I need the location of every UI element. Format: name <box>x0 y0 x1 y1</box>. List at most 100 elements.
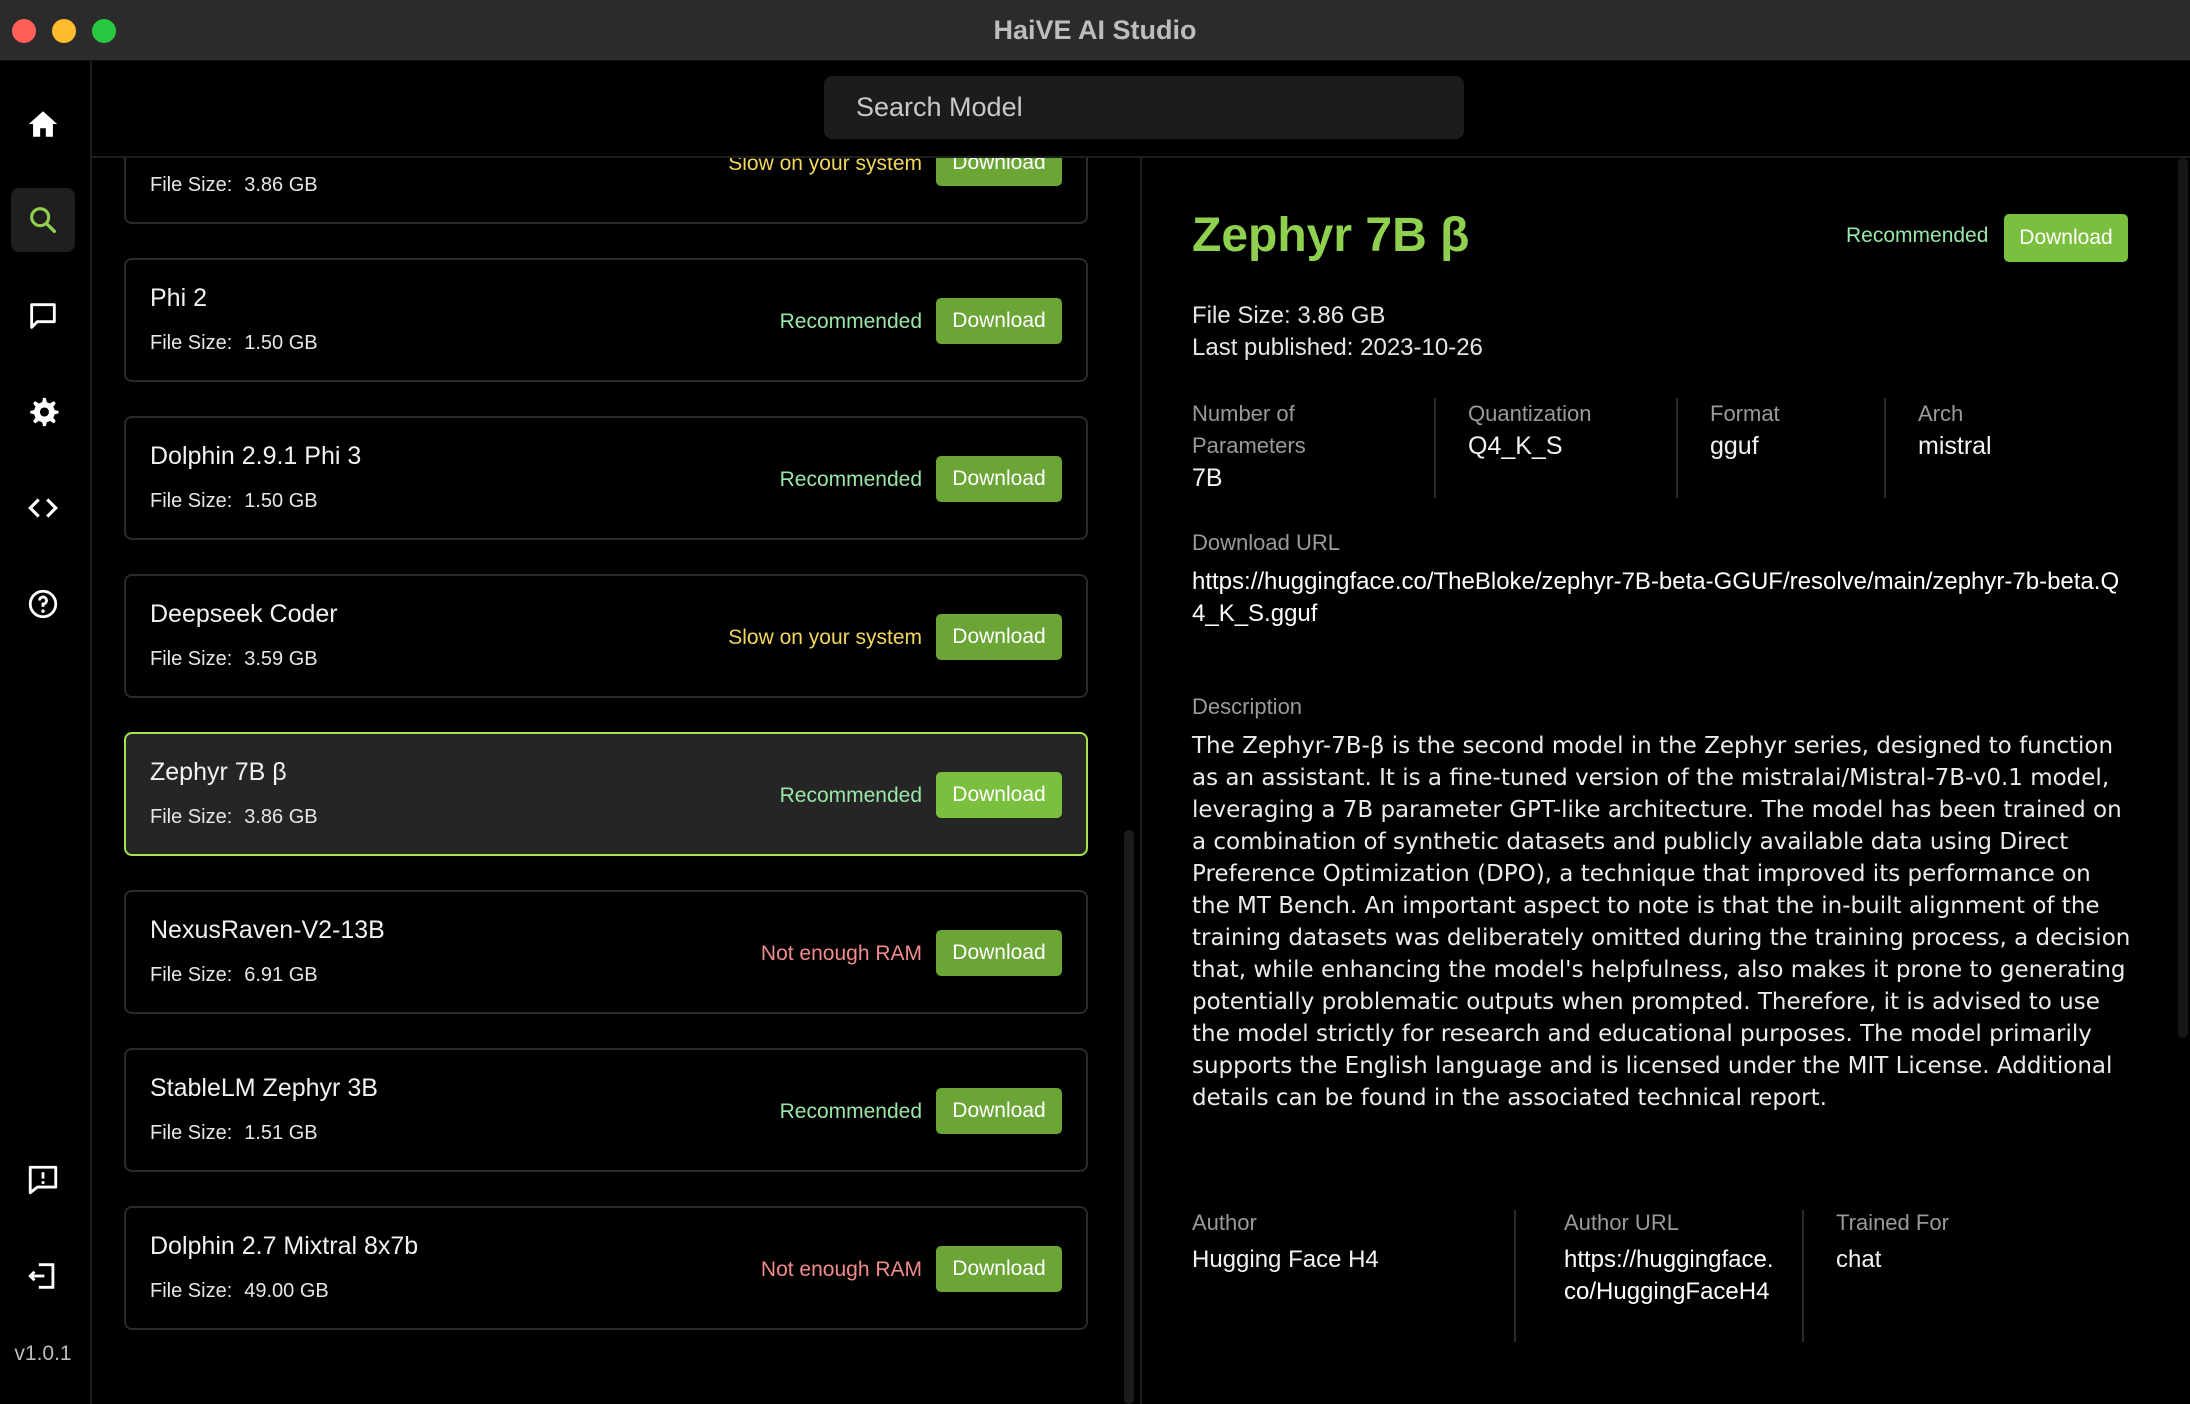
params-value: 7B <box>1192 464 1223 492</box>
file-size-value: 1.51 GB <box>244 1122 318 1144</box>
file-size-label: File Size: <box>150 1122 233 1144</box>
model-card[interactable]: NexusRaven-V2-13B File Size: 6.91 GB Not en… <box>124 890 1088 1014</box>
sidebar-item-home[interactable] <box>11 92 75 156</box>
description-label: Description <box>1192 694 1303 719</box>
model-file-size: File Size: 3.86 GB <box>150 806 318 829</box>
model-name: Dolphin 2.9.1 Phi 3 <box>150 442 362 470</box>
model-name: Phi 2 <box>150 284 207 312</box>
help-icon <box>28 589 58 619</box>
sidebar-item-logout[interactable] <box>11 1244 75 1308</box>
download-button[interactable]: Download <box>936 1246 1062 1292</box>
feedback-icon <box>28 1165 58 1195</box>
download-button[interactable]: Download <box>936 1088 1062 1134</box>
format-label: Format <box>1710 401 1780 426</box>
detail-download-button[interactable]: Download <box>2004 214 2128 262</box>
download-url-value[interactable]: https://huggingface.co/TheBloke/zephyr-7… <box>1192 566 2132 630</box>
list-scrollbar[interactable] <box>1124 830 1134 1404</box>
file-size-label: File Size: <box>150 806 233 828</box>
model-status: Slow on your system <box>728 626 922 649</box>
params-label: Number of Parameters <box>1192 401 1306 458</box>
download-button[interactable]: Download <box>936 930 1062 976</box>
model-card[interactable]: StableLM Zephyr 3B File Size: 1.51 GB Recom… <box>124 1048 1088 1172</box>
download-button[interactable]: Download <box>936 298 1062 344</box>
arch-value: mistral <box>1918 432 1992 460</box>
file-size-value: 3.59 GB <box>244 648 318 670</box>
author-divider <box>1802 1210 1804 1342</box>
file-size-label: File Size: <box>150 648 233 670</box>
model-name: NexusRaven-V2-13B <box>150 916 385 944</box>
search-input[interactable]: Search Model <box>824 76 1464 139</box>
file-size-value: 49.00 GB <box>244 1280 329 1302</box>
author-url-label: Author URL <box>1564 1210 1679 1235</box>
file-size-label: File Size: <box>150 964 233 986</box>
author-label: Author <box>1192 1210 1257 1235</box>
file-size-label: File Size: <box>150 174 233 196</box>
download-button[interactable]: Download <box>936 614 1062 660</box>
description-text: The Zephyr-7B-β is the second model in t… <box>1192 733 2131 1111</box>
model-status: Recommended <box>779 1100 922 1123</box>
arch-label: Arch <box>1918 401 1964 426</box>
model-file-size: File Size: 3.86 GB <box>150 174 318 197</box>
search-icon <box>30 207 57 234</box>
trained-for-label: Trained For <box>1836 1210 1949 1235</box>
model-status: Recommended <box>779 310 922 333</box>
window-title: HaiVE AI Studio <box>993 15 1197 45</box>
format-value: gguf <box>1710 432 1759 460</box>
chat-icon <box>30 303 56 329</box>
sidebar-item-feedback[interactable] <box>11 1148 75 1212</box>
download-button[interactable]: Download <box>936 772 1062 818</box>
model-name: Zephyr 7B β <box>150 758 287 786</box>
model-card[interactable]: Phi 2 File Size: 1.50 GB Recommended Downloa… <box>124 258 1088 382</box>
detail-published: Last published: 2023-10-26 <box>1192 334 1483 361</box>
author-url-value[interactable]: https://huggingface.co/HuggingFaceH4 <box>1564 1244 1774 1308</box>
model-status: Not enough RAM <box>760 942 922 965</box>
detail-status: Recommended <box>1846 224 1989 247</box>
model-name: StableLM Zephyr 3B <box>150 1074 378 1102</box>
model-file-size: File Size: 1.51 GB <box>150 1122 318 1145</box>
model-file-size: File Size: 6.91 GB <box>150 964 318 987</box>
model-detail-pane: Zephyr 7B β Recommended Download File Si… <box>1142 158 2190 1404</box>
model-name: Deepseek Coder <box>150 600 338 628</box>
download-url-label: Download URL <box>1192 530 1340 555</box>
meta-divider <box>1884 398 1886 498</box>
sidebar-item-search[interactable] <box>11 188 75 252</box>
sidebar-item-code[interactable] <box>11 476 75 540</box>
model-status: Slow on your system <box>728 158 922 175</box>
gear-icon <box>30 397 59 427</box>
file-size-label: File Size: <box>150 1280 233 1302</box>
model-card[interactable]: Dolphin 2.7 Mixtral 8x7b File Size: 49.00 … <box>124 1206 1088 1330</box>
file-size-value: 3.86 GB <box>244 174 318 196</box>
quant-value: Q4_K_S <box>1468 432 1563 460</box>
model-card[interactable]: Deepseek Coder File Size: 3.59 GB Slow on y… <box>124 574 1088 698</box>
detail-title: Zephyr 7B β <box>1192 209 1470 262</box>
model-list: File Size: 3.86 GB Slow on your system Down… <box>92 158 1122 1404</box>
download-button[interactable]: Download <box>936 456 1062 502</box>
model-card[interactable]: Zephyr 7B β File Size: 3.86 GB Recommended D… <box>124 732 1088 856</box>
model-status: Recommended <box>779 784 922 807</box>
file-size-value: 1.50 GB <box>244 490 318 512</box>
meta-divider <box>1676 398 1678 498</box>
sidebar-item-settings[interactable] <box>11 380 75 444</box>
author-divider <box>1514 1210 1516 1342</box>
file-size-value: 3.86 GB <box>244 806 318 828</box>
file-size-label: File Size: <box>150 490 233 512</box>
meta-divider <box>1434 398 1436 498</box>
download-button[interactable]: Download <box>936 158 1062 186</box>
author-value: Hugging Face H4 <box>1192 1246 1379 1273</box>
sidebar-item-chat[interactable] <box>11 284 75 348</box>
model-card[interactable]: Dolphin 2.9.1 Phi 3 File Size: 1.50 GB Reco… <box>124 416 1088 540</box>
model-status: Not enough RAM <box>760 1258 922 1281</box>
model-card[interactable]: File Size: 3.86 GB Slow on your system Down… <box>124 158 1088 224</box>
app-version: v1.0.1 <box>14 1342 72 1365</box>
file-size-label: File Size: <box>150 332 233 354</box>
model-file-size: File Size: 1.50 GB <box>150 332 318 355</box>
detail-file-size: File Size: 3.86 GB <box>1192 302 1386 329</box>
home-icon <box>28 111 58 137</box>
code-icon <box>28 498 58 518</box>
sidebar-item-help[interactable] <box>11 572 75 636</box>
detail-scrollbar[interactable] <box>2178 158 2188 1038</box>
trained-for-value: chat <box>1836 1246 1882 1273</box>
model-file-size: File Size: 49.00 GB <box>150 1280 329 1303</box>
model-status: Recommended <box>779 468 922 491</box>
file-size-value: 6.91 GB <box>244 964 318 986</box>
